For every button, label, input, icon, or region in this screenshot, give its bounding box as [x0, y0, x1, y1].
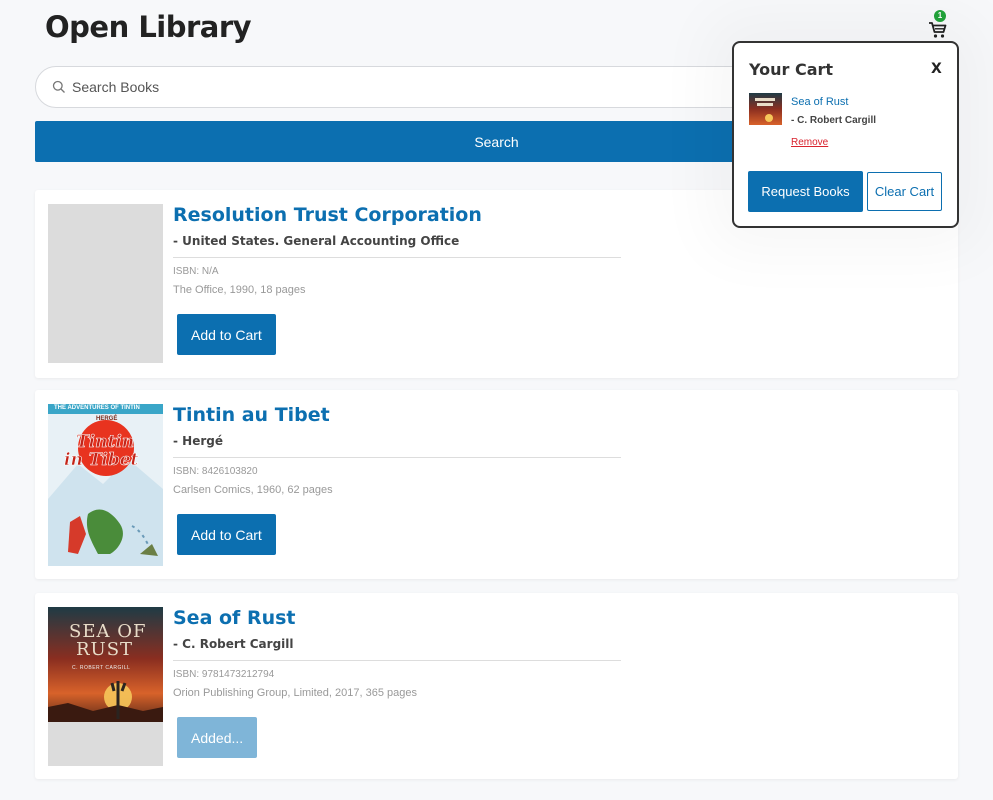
book-cover-placeholder	[48, 204, 163, 363]
tintin-title-line-1: Tintin	[76, 432, 135, 453]
cart-button[interactable]: 1	[926, 10, 952, 40]
close-cart-button[interactable]: X	[931, 61, 942, 77]
book-title[interactable]: Resolution Trust Corporation	[173, 204, 482, 226]
cart-item-thumbnail	[749, 93, 782, 125]
sea-of-rust-author-text: C. ROBERT CARGILL	[72, 665, 131, 671]
book-publisher: Orion Publishing Group, Limited, 2017, 3…	[173, 687, 417, 699]
tintin-cover-art	[48, 404, 163, 566]
tintin-author-text: HERGÉ	[96, 416, 118, 422]
book-title[interactable]: Tintin au Tibet	[173, 404, 330, 426]
book-author: - United States. General Accounting Offi…	[173, 234, 460, 248]
request-books-button[interactable]: Request Books	[748, 171, 863, 212]
divider	[173, 257, 621, 258]
cart-item-title[interactable]: Sea of Rust	[791, 96, 848, 108]
page-title: Open Library	[45, 10, 252, 44]
cart-panel-title: Your Cart	[749, 60, 834, 79]
cart-panel: Your Cart X Sea of Rust - C. Robert Carg…	[732, 41, 959, 228]
book-card: SEA OF RUST C. ROBERT CARGILL Sea of Rus…	[35, 593, 958, 779]
tintin-series-text: THE ADVENTURES OF TINTIN	[54, 405, 140, 411]
search-box	[35, 66, 795, 108]
tintin-title-line-2: in Tibet	[64, 450, 139, 471]
book-author: - Hergé	[173, 434, 223, 448]
book-title[interactable]: Sea of Rust	[173, 607, 296, 629]
divider	[173, 660, 621, 661]
search-input[interactable]	[72, 67, 772, 107]
book-author: - C. Robert Cargill	[173, 637, 294, 651]
shopping-cart-icon	[929, 22, 947, 38]
book-publisher: Carlsen Comics, 1960, 62 pages	[173, 484, 333, 496]
book-isbn: ISBN: 8426103820	[173, 466, 258, 477]
added-to-cart-button[interactable]: Added...	[177, 717, 258, 758]
book-cover-image: SEA OF RUST C. ROBERT CARGILL	[48, 607, 163, 766]
cart-item-author: - C. Robert Cargill	[791, 115, 877, 126]
book-isbn: ISBN: 9781473212794	[173, 669, 275, 680]
search-icon	[52, 80, 65, 93]
book-card: THE ADVENTURES OF TINTIN HERGÉ Tintin in…	[35, 390, 958, 579]
book-isbn: ISBN: N/A	[173, 266, 219, 277]
remove-item-link[interactable]: Remove	[791, 137, 828, 148]
divider	[173, 457, 621, 458]
clear-cart-button[interactable]: Clear Cart	[867, 172, 942, 211]
add-to-cart-button[interactable]: Add to Cart	[177, 314, 276, 355]
sea-of-rust-thumbnail-art	[749, 93, 782, 125]
book-publisher: The Office, 1990, 18 pages	[173, 284, 306, 296]
add-to-cart-button[interactable]: Add to Cart	[177, 514, 276, 555]
sea-of-rust-title-line-2: RUST	[76, 639, 134, 660]
book-cover-image: THE ADVENTURES OF TINTIN HERGÉ Tintin in…	[48, 404, 163, 566]
